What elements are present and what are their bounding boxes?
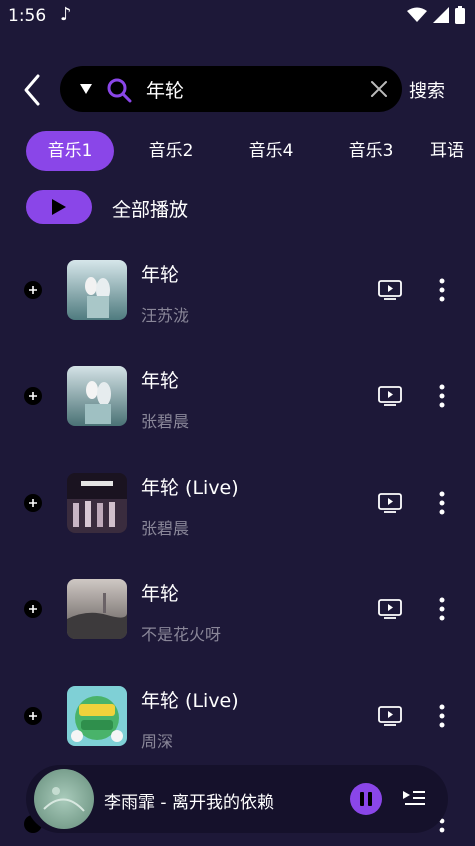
- search-icon: [107, 78, 132, 103]
- album-cover: [67, 473, 127, 533]
- clear-icon[interactable]: [370, 80, 388, 98]
- song-artist: 不是花火呀: [141, 625, 222, 644]
- song-row[interactable]: 年轮 (Live) 张碧晨: [0, 449, 475, 556]
- status-time: 1:56: [8, 6, 47, 26]
- source-tabs: 音乐1 音乐2 音乐4 音乐3 耳语: [26, 131, 475, 171]
- play-all-label[interactable]: 全部播放: [112, 195, 188, 222]
- song-row[interactable]: 年轮 汪苏泷: [0, 236, 475, 343]
- signal-icon: [433, 7, 449, 23]
- now-playing-cover[interactable]: [34, 769, 94, 829]
- song-artist: 汪苏泷: [141, 306, 190, 325]
- mv-icon[interactable]: [378, 493, 402, 513]
- more-icon[interactable]: [438, 597, 446, 621]
- battery-icon: [455, 6, 465, 24]
- pause-button[interactable]: [350, 783, 382, 815]
- song-title: 年轮 (Live): [141, 690, 239, 712]
- music-note-icon: ♪: [60, 4, 72, 25]
- more-icon[interactable]: [438, 384, 446, 408]
- search-input[interactable]: [146, 74, 356, 104]
- add-icon[interactable]: [24, 600, 42, 618]
- pause-icon: [360, 792, 372, 806]
- mv-icon[interactable]: [378, 386, 402, 406]
- mv-icon[interactable]: [378, 706, 402, 726]
- dropdown-triangle-icon[interactable]: [80, 84, 92, 94]
- song-title: 年轮: [141, 264, 180, 286]
- tab-music3[interactable]: 音乐3: [328, 131, 414, 171]
- add-icon[interactable]: [24, 387, 42, 405]
- album-cover: [67, 579, 127, 639]
- song-row[interactable]: 年轮 (Live) 周深: [0, 662, 475, 769]
- mini-player[interactable]: 李雨霏 - 离开我的依赖: [26, 765, 448, 833]
- back-button[interactable]: [18, 72, 50, 108]
- mv-icon[interactable]: [378, 599, 402, 619]
- more-icon[interactable]: [438, 278, 446, 302]
- mv-icon[interactable]: [378, 280, 402, 300]
- status-bar: 1:56 ♪: [0, 0, 475, 34]
- song-title: 年轮: [141, 583, 180, 605]
- tab-whisper[interactable]: 耳语: [430, 131, 475, 171]
- add-icon[interactable]: [24, 281, 42, 299]
- add-icon[interactable]: [24, 707, 42, 725]
- more-icon[interactable]: [438, 704, 446, 728]
- song-artist: 张碧晨: [141, 412, 190, 431]
- album-cover: [67, 260, 127, 320]
- song-row[interactable]: 年轮 不是花火呀: [0, 555, 475, 662]
- album-cover: [67, 686, 127, 746]
- song-artist: 周深: [141, 732, 174, 751]
- tab-music2[interactable]: 音乐2: [128, 131, 214, 171]
- search-button[interactable]: 搜索: [409, 77, 445, 103]
- song-title: 年轮: [141, 370, 180, 392]
- more-icon[interactable]: [438, 491, 446, 515]
- add-icon[interactable]: [24, 494, 42, 512]
- album-cover: [67, 366, 127, 426]
- tab-music4[interactable]: 音乐4: [228, 131, 314, 171]
- wifi-icon: [407, 7, 427, 22]
- play-all-button[interactable]: [26, 190, 92, 224]
- song-row[interactable]: 年轮 张碧晨: [0, 342, 475, 449]
- song-artist: 张碧晨: [141, 519, 190, 538]
- search-box[interactable]: [60, 66, 402, 112]
- playlist-icon[interactable]: [403, 789, 425, 809]
- tab-music1[interactable]: 音乐1: [26, 131, 114, 171]
- play-icon: [52, 199, 66, 215]
- now-playing-title[interactable]: 李雨霏 - 离开我的依赖: [104, 788, 274, 813]
- song-title: 年轮 (Live): [141, 477, 239, 499]
- status-icons: [407, 6, 465, 24]
